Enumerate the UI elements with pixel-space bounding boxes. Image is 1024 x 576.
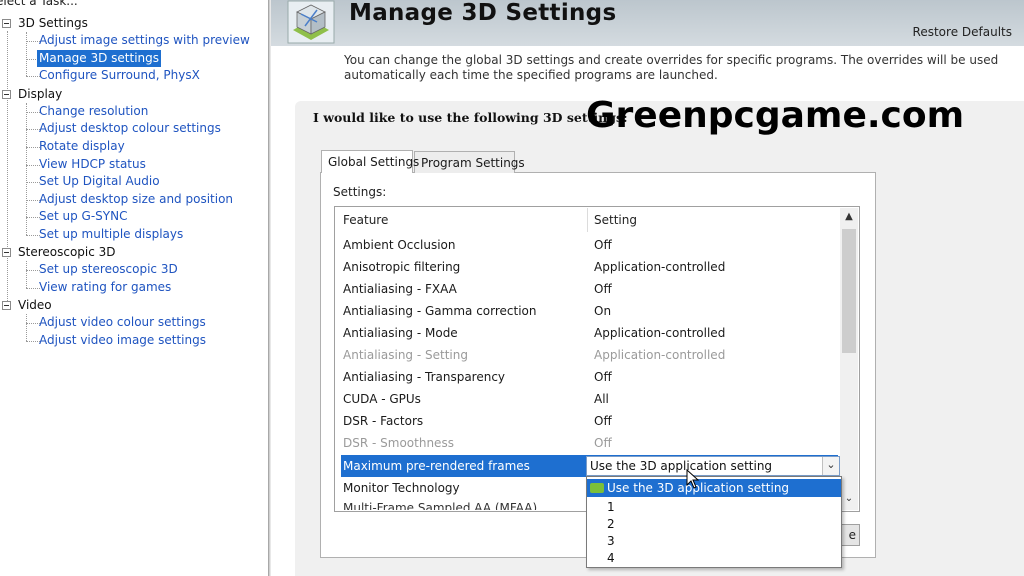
nvidia-3d-cube-icon <box>287 0 335 44</box>
dropdown-option-label: 1 <box>607 500 615 514</box>
page-title: Manage 3D Settings <box>349 0 617 26</box>
row-setting: Off <box>594 414 612 428</box>
row-feature-partial: Multi-Frame Sampled AA (MFAA) <box>343 501 538 510</box>
chevron-down-icon[interactable]: ⌄ <box>822 457 839 475</box>
tree-item-change-resolution[interactable]: Change resolution <box>37 103 150 120</box>
settings-row[interactable]: Anisotropic filtering Application-control… <box>341 256 838 278</box>
task-tree-header: elect a Task... <box>0 0 78 8</box>
row-feature: Maximum pre-rendered frames <box>343 459 530 473</box>
nvidia-logo-icon <box>590 483 604 493</box>
task-tree: elect a Task... 3D Settings Adjust image… <box>0 0 268 576</box>
tree-item-video-image[interactable]: Adjust video image settings <box>37 332 208 349</box>
row-setting: On <box>594 304 612 318</box>
tab-global-settings[interactable]: Global Settings <box>321 150 419 173</box>
splitter[interactable] <box>268 0 271 576</box>
setting-dropdown-list[interactable]: Use the 3D application setting 1 2 3 4 <box>586 476 842 568</box>
column-divider[interactable] <box>587 208 588 232</box>
tree-category-label: Display <box>18 87 63 101</box>
row-feature: Anisotropic filtering <box>343 260 461 274</box>
page-description: You can change the global 3D settings an… <box>344 53 999 82</box>
tree-category-label: Stereoscopic 3D <box>18 245 116 259</box>
tree-item-multiple-displays[interactable]: Set up multiple displays <box>37 226 185 243</box>
row-setting: Application-controlled <box>594 348 726 362</box>
tree-item-view-rating[interactable]: View rating for games <box>37 279 173 296</box>
row-feature: Antialiasing - Setting <box>343 348 468 362</box>
row-feature: Ambient Occlusion <box>343 238 456 252</box>
row-feature: Antialiasing - Mode <box>343 326 458 340</box>
row-feature: DSR - Factors <box>343 414 424 428</box>
dropdown-option-label: 3 <box>607 534 615 548</box>
dropdown-option[interactable]: 4 <box>587 549 841 567</box>
tree-category-label: Video <box>18 298 52 312</box>
tree-item-view-hdcp[interactable]: View HDCP status <box>37 156 148 173</box>
row-setting: Application-controlled <box>594 326 726 340</box>
dropdown-option-label: 2 <box>607 517 615 531</box>
row-feature: Antialiasing - Gamma correction <box>343 304 537 318</box>
scroll-up-icon[interactable]: ▲ <box>840 208 858 226</box>
tree-item-desktop-size[interactable]: Adjust desktop size and position <box>37 191 235 208</box>
tree-line <box>26 32 27 76</box>
row-setting: Off <box>594 238 612 252</box>
dropdown-option-label: 4 <box>607 551 615 565</box>
dropdown-option[interactable]: 2 <box>587 515 841 533</box>
tree-item-rotate-display[interactable]: Rotate display <box>37 138 127 155</box>
row-setting: All <box>594 392 609 406</box>
collapse-icon[interactable] <box>2 301 11 310</box>
settings-row[interactable]: Ambient Occlusion Off <box>341 234 838 256</box>
collapse-icon[interactable] <box>2 248 11 257</box>
row-setting: Off <box>594 282 612 296</box>
dropdown-option[interactable]: 1 <box>587 498 841 516</box>
settings-row[interactable]: DSR - Smoothness Off <box>341 432 838 454</box>
restore-defaults-link[interactable]: Restore Defaults <box>913 25 1012 39</box>
tree-line <box>7 31 8 307</box>
settings-row[interactable]: Antialiasing - FXAA Off <box>341 278 838 300</box>
column-header-setting[interactable]: Setting <box>594 213 637 227</box>
row-feature: Monitor Technology <box>343 481 460 495</box>
column-header-feature[interactable]: Feature <box>343 213 388 227</box>
scroll-down-icon[interactable]: ⌄ <box>840 490 858 508</box>
tree-line <box>26 314 27 341</box>
tab-program-settings[interactable]: Program Settings <box>414 151 525 173</box>
setting-combo-box[interactable]: Use the 3D application setting <box>586 456 840 476</box>
tree-item-g-sync[interactable]: Set up G-SYNC <box>37 208 130 225</box>
tree-item-manage-3d-settings[interactable]: Manage 3D settings <box>37 50 162 67</box>
settings-row[interactable]: CUDA - GPUs All <box>341 388 838 410</box>
row-feature: DSR - Smoothness <box>343 436 454 450</box>
tree-item-adjust-image-settings[interactable]: Adjust image settings with preview <box>37 32 252 49</box>
scrollbar-thumb[interactable] <box>842 229 856 353</box>
row-feature: CUDA - GPUs <box>343 392 421 406</box>
tree-category-label: 3D Settings <box>18 16 88 30</box>
watermark-text: Greenpcgame.com <box>586 95 965 136</box>
row-setting: Off <box>594 370 612 384</box>
tree-item-setup-stereoscopic[interactable]: Set up stereoscopic 3D <box>37 261 180 278</box>
settings-label: Settings: <box>333 185 387 199</box>
tree-line <box>26 103 27 235</box>
row-feature: Antialiasing - Transparency <box>343 370 506 384</box>
row-setting: Application-controlled <box>594 260 726 274</box>
dropdown-option-selected[interactable]: Use the 3D application setting <box>587 479 841 497</box>
dropdown-option[interactable]: 3 <box>587 532 841 550</box>
row-setting: Off <box>594 436 612 450</box>
settings-row[interactable]: Antialiasing - Transparency Off <box>341 366 838 388</box>
tree-item-digital-audio[interactable]: Set Up Digital Audio <box>37 173 162 190</box>
settings-row[interactable]: Antialiasing - Setting Application-contro… <box>341 344 838 366</box>
settings-row[interactable]: Antialiasing - Mode Application-controlle… <box>341 322 838 344</box>
collapse-icon[interactable] <box>2 90 11 99</box>
tree-line <box>26 261 27 288</box>
mouse-cursor-icon <box>686 469 700 489</box>
tree-item-video-colour[interactable]: Adjust video colour settings <box>37 314 208 331</box>
settings-prompt: I would like to use the following 3D set… <box>313 110 628 125</box>
tree-item-adjust-desktop-colour[interactable]: Adjust desktop colour settings <box>37 120 223 137</box>
settings-row[interactable]: Antialiasing - Gamma correction On <box>341 300 838 322</box>
settings-row[interactable]: DSR - Factors Off <box>341 410 838 432</box>
row-feature: Antialiasing - FXAA <box>343 282 457 296</box>
tree-item-configure-surround[interactable]: Configure Surround, PhysX <box>37 67 202 84</box>
collapse-icon[interactable] <box>2 19 11 28</box>
